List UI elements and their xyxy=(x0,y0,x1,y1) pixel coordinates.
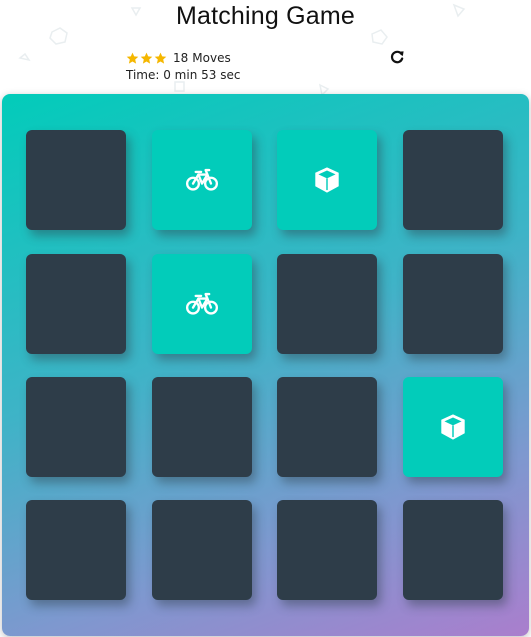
cube-icon xyxy=(315,167,339,193)
score-panel: 18 Moves Time: 0 min 53 sec xyxy=(126,49,406,89)
star-icon xyxy=(140,52,153,64)
timer: Time: 0 min 53 sec xyxy=(126,68,240,82)
card[interactable] xyxy=(403,500,503,600)
card[interactable] xyxy=(277,254,377,354)
cube-icon xyxy=(441,414,465,440)
star-icon xyxy=(126,52,139,64)
card[interactable] xyxy=(152,254,252,354)
star-rating xyxy=(126,52,167,65)
star-icon xyxy=(154,52,167,64)
card[interactable] xyxy=(26,377,126,477)
restart-button[interactable] xyxy=(389,49,405,65)
card[interactable] xyxy=(277,130,377,230)
moves-value: 18 xyxy=(173,51,189,65)
card[interactable] xyxy=(152,500,252,600)
card[interactable] xyxy=(152,377,252,477)
bicycle-icon xyxy=(185,168,219,191)
card[interactable] xyxy=(403,254,503,354)
page-title: Matching Game xyxy=(175,2,356,30)
timer-text: Time: 0 min 53 sec xyxy=(126,68,241,82)
card[interactable] xyxy=(403,377,503,477)
card-deck xyxy=(2,94,529,636)
card[interactable] xyxy=(277,500,377,600)
stars-moves-row: 18 Moves xyxy=(126,50,231,66)
moves-label: Moves xyxy=(192,51,231,65)
card[interactable] xyxy=(152,130,252,230)
card[interactable] xyxy=(26,130,126,230)
restart-icon xyxy=(390,50,404,64)
bicycle-icon xyxy=(185,292,219,315)
card[interactable] xyxy=(403,130,503,230)
card[interactable] xyxy=(26,254,126,354)
card[interactable] xyxy=(277,377,377,477)
card[interactable] xyxy=(26,500,126,600)
moves-counter: 18 Moves xyxy=(173,51,231,65)
